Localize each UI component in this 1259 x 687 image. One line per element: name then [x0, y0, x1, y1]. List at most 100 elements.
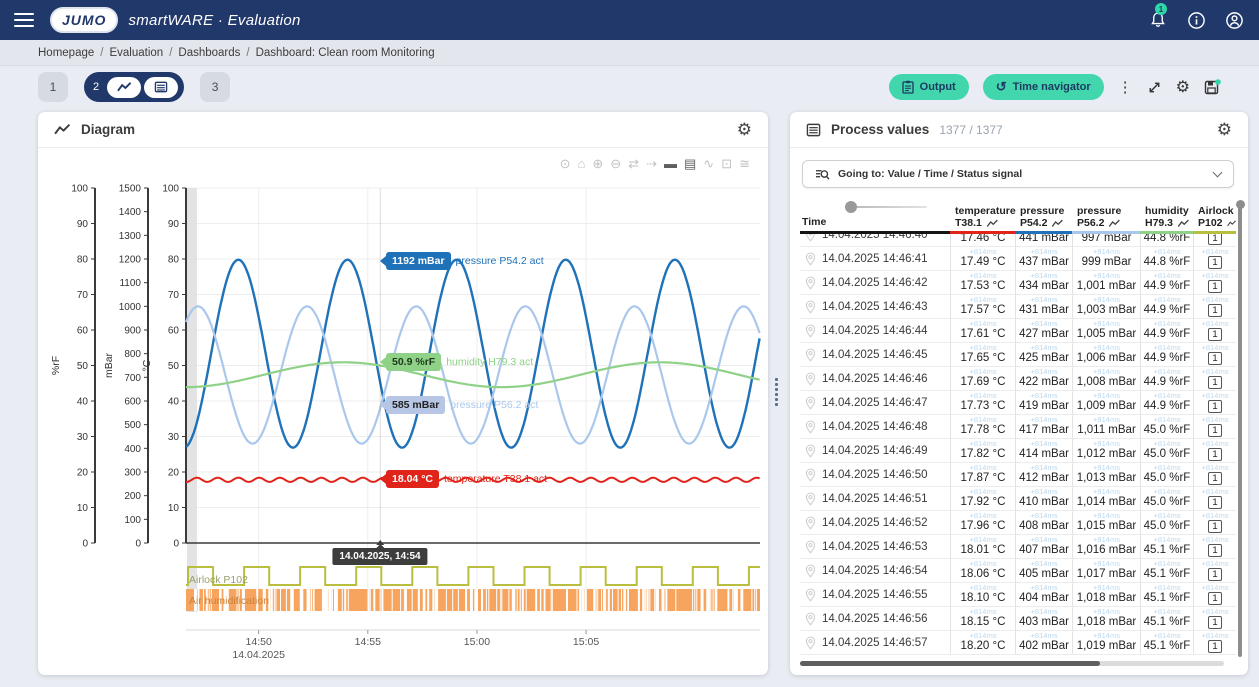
breadcrumb-item[interactable]: Dashboards	[178, 47, 240, 59]
dashboard-toolbar: 1 2 3 Output ↺ Time navigator ⋮ ⚙	[0, 70, 1259, 104]
table-header: TimetemperatureT38.1pressureP54.2pressur…	[800, 198, 1236, 234]
settings-gear-icon[interactable]: ⚙	[1176, 77, 1190, 97]
panel-resize-handle[interactable]	[775, 378, 778, 406]
table-row[interactable]: 14.04.2025 14:46:41+814ms17.49 °C+814ms4…	[800, 247, 1236, 271]
horizontal-scrollbar[interactable]	[800, 661, 1224, 666]
table-row[interactable]: 14.04.2025 14:46:47+814ms17.73 °C+814ms4…	[800, 391, 1236, 415]
pin-icon	[803, 395, 818, 411]
svg-text:90: 90	[77, 219, 89, 230]
layers-icon[interactable]: ▤	[684, 156, 696, 172]
line-chart-icon	[54, 123, 71, 136]
svg-text:Air humidification: Air humidification	[189, 595, 269, 607]
goto-dropdown[interactable]: Going to: Value / Time / Status signal	[802, 160, 1234, 188]
svg-text:800: 800	[124, 349, 141, 360]
table-row[interactable]: 14.04.2025 14:46:40+814ms17.46 °C+814ms4…	[800, 234, 1236, 247]
table-row[interactable]: 14.04.2025 14:46:43+814ms17.57 °C+814ms4…	[800, 295, 1236, 319]
table-row[interactable]: 14.04.2025 14:46:57+814ms18.20 °C+814ms4…	[800, 631, 1236, 655]
tab-2-active[interactable]: 2	[84, 72, 184, 102]
pin-icon	[803, 234, 818, 243]
diagram-settings-gear-icon[interactable]: ⚙	[737, 120, 752, 140]
table-row[interactable]: 14.04.2025 14:46:52+814ms17.96 °C+814ms4…	[800, 511, 1236, 535]
table-row[interactable]: 14.04.2025 14:46:54+814ms18.06 °C+814ms4…	[800, 559, 1236, 583]
more-options-kebab-icon[interactable]: ⋮	[1118, 78, 1133, 96]
compare-icon[interactable]: ≅	[739, 156, 750, 172]
column-header-time[interactable]: Time	[800, 202, 950, 234]
time-slider[interactable]	[845, 201, 927, 213]
svg-text:30: 30	[77, 432, 89, 443]
breadcrumb-item[interactable]: Dashboard: Clean room Monitoring	[256, 47, 435, 59]
home-icon[interactable]: ⌂	[578, 156, 586, 172]
table-row[interactable]: 14.04.2025 14:46:55+814ms18.10 °C+814ms4…	[800, 583, 1236, 607]
time-navigator-button[interactable]: ↺ Time navigator	[983, 74, 1104, 100]
svg-text:14.04.2025: 14.04.2025	[232, 649, 285, 661]
jumo-logo: JUMO	[50, 7, 118, 33]
column-header-p56.2[interactable]: pressureP56.2	[1072, 205, 1140, 234]
table-row[interactable]: 14.04.2025 14:46:48+814ms17.78 °C+814ms4…	[800, 415, 1236, 439]
table-row[interactable]: 14.04.2025 14:46:44+814ms17.61 °C+814ms4…	[800, 319, 1236, 343]
column-header-t38.1[interactable]: temperatureT38.1	[950, 205, 1015, 234]
svg-text:1400: 1400	[119, 207, 142, 218]
diagram-panel-title: Diagram	[81, 122, 135, 137]
svg-text:1100: 1100	[119, 278, 141, 289]
diagram-view-toggle[interactable]	[107, 77, 141, 98]
pin-icon	[803, 299, 818, 315]
table-row[interactable]: 14.04.2025 14:46:49+814ms17.82 °C+814ms4…	[800, 439, 1236, 463]
pin-icon	[803, 467, 818, 483]
table-row[interactable]: 14.04.2025 14:46:50+814ms17.87 °C+814ms4…	[800, 463, 1236, 487]
table-view-toggle[interactable]	[144, 77, 178, 98]
camera-icon[interactable]: ⊙	[560, 156, 571, 172]
select-icon[interactable]: ⇢	[646, 156, 657, 172]
line-mode-icon[interactable]: ∿	[703, 156, 714, 172]
process-values-title: Process values	[831, 122, 929, 137]
search-lines-icon	[815, 168, 830, 181]
process-values-settings-gear-icon[interactable]: ⚙	[1217, 120, 1232, 140]
box-mode-icon[interactable]: ⊡	[721, 156, 732, 172]
trend-icon	[1227, 219, 1236, 228]
svg-text:700: 700	[124, 373, 141, 384]
svg-text:0: 0	[82, 539, 88, 550]
app-title: smartWARE · Evaluation	[128, 12, 300, 29]
hamburger-menu-icon[interactable]	[14, 13, 34, 27]
svg-text:1500: 1500	[119, 184, 142, 195]
save-dashboard-icon[interactable]	[1204, 79, 1221, 96]
erase-icon[interactable]: ▬	[664, 156, 677, 172]
breadcrumb-item[interactable]: Evaluation	[109, 47, 163, 59]
svg-text:600: 600	[124, 397, 141, 408]
pin-icon	[803, 515, 818, 531]
column-header-p54.2[interactable]: pressureP54.2	[1015, 205, 1072, 234]
tab-1[interactable]: 1	[38, 72, 68, 102]
table-icon	[806, 123, 821, 137]
diagram-chart: 0102030405060708090100%rF010020030040050…	[38, 148, 768, 675]
column-header-p102[interactable]: AirlockP102	[1193, 205, 1236, 234]
table-row[interactable]: 14.04.2025 14:46:53+814ms18.01 °C+814ms4…	[800, 535, 1236, 559]
table-row[interactable]: 14.04.2025 14:46:46+814ms17.69 °C+814ms4…	[800, 367, 1236, 391]
notifications-bell-icon[interactable]: 1	[1147, 9, 1169, 31]
tab-3[interactable]: 3	[200, 72, 230, 102]
svg-text:30: 30	[168, 432, 180, 443]
top-navbar: JUMO smartWARE · Evaluation 1	[0, 0, 1259, 40]
pan-icon[interactable]: ⇄	[628, 156, 639, 172]
table-row[interactable]: 14.04.2025 14:46:45+814ms17.65 °C+814ms4…	[800, 343, 1236, 367]
zoom-in-icon[interactable]: ⊕	[592, 156, 603, 172]
table-row[interactable]: 14.04.2025 14:46:51+814ms17.92 °C+814ms4…	[800, 487, 1236, 511]
clipboard-icon	[902, 80, 914, 94]
process-values-panel: Process values 1377 / 1377 ⚙ Going to: V…	[790, 112, 1248, 675]
svg-text:80: 80	[168, 255, 180, 266]
output-button[interactable]: Output	[889, 74, 969, 100]
column-header-h79.3[interactable]: humidityH79.3	[1140, 205, 1193, 234]
table-row[interactable]: 14.04.2025 14:46:42+814ms17.53 °C+814ms4…	[800, 271, 1236, 295]
svg-text:0: 0	[135, 539, 141, 550]
vertical-scrollbar[interactable]	[1238, 202, 1242, 657]
info-icon[interactable]	[1185, 9, 1207, 31]
svg-text:100: 100	[124, 515, 141, 526]
table-row[interactable]: 14.04.2025 14:46:56+814ms18.15 °C+814ms4…	[800, 607, 1236, 631]
chart-canvas[interactable]: 0102030405060708090100%rF010020030040050…	[38, 148, 768, 675]
zoom-out-icon[interactable]: ⊖	[610, 156, 621, 172]
svg-text:15:05: 15:05	[573, 636, 599, 648]
svg-text:10: 10	[77, 503, 89, 514]
fullscreen-expand-icon[interactable]	[1147, 80, 1162, 95]
account-icon[interactable]	[1223, 9, 1245, 31]
svg-text:500: 500	[124, 420, 141, 431]
svg-text:80: 80	[77, 255, 89, 266]
breadcrumb-item[interactable]: Homepage	[38, 47, 94, 59]
